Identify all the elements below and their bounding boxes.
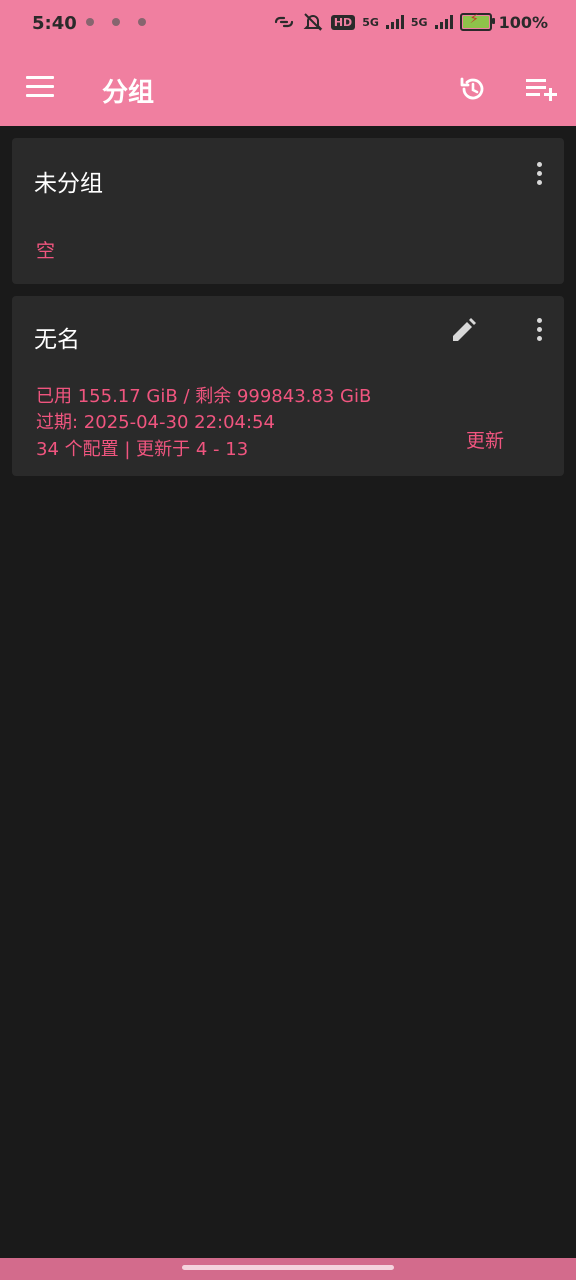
playlist-add-icon[interactable] bbox=[524, 74, 560, 104]
status-bar: 5:40 HD 5G 5G ⚡ 100% bbox=[0, 0, 576, 50]
battery-percent: 100% bbox=[498, 12, 548, 32]
hd-badge: HD bbox=[330, 14, 356, 30]
navigation-bar bbox=[0, 1258, 576, 1280]
signal-bars-icon bbox=[434, 15, 453, 29]
toolbar: 分组 bbox=[0, 60, 576, 118]
battery-icon: ⚡ bbox=[459, 12, 495, 31]
app-bar: 5:40 HD 5G 5G ⚡ 100% 分组 bbox=[0, 0, 576, 126]
signal-icon: 5G bbox=[410, 15, 428, 29]
notification-icon bbox=[112, 18, 120, 26]
update-button[interactable]: 更新 bbox=[466, 426, 504, 453]
gesture-handle[interactable] bbox=[182, 1265, 394, 1270]
more-vert-icon[interactable] bbox=[534, 318, 544, 344]
group-card[interactable]: 无名 已用 155.17 GiB / 剩余 999843.83 GiB 过期: … bbox=[12, 296, 564, 476]
more-vert-icon[interactable] bbox=[534, 162, 544, 188]
expire-info: 过期: 2025-04-30 22:04:54 bbox=[36, 412, 275, 433]
mute-icon bbox=[303, 13, 323, 31]
group-name: 未分组 bbox=[34, 171, 103, 197]
notification-icons bbox=[86, 18, 146, 26]
group-name: 无名 bbox=[34, 327, 80, 353]
profile-summary: 34 个配置 | 更新于 4 - 13 bbox=[36, 439, 249, 460]
signal-icon: 5G bbox=[362, 15, 379, 29]
status-icons: HD 5G 5G ⚡ 100% bbox=[273, 12, 548, 32]
group-status: 空 bbox=[36, 240, 56, 262]
signal-bars-icon bbox=[385, 15, 404, 29]
page-title: 分组 bbox=[102, 78, 155, 108]
group-card[interactable]: 未分组 空 bbox=[12, 138, 564, 284]
history-icon[interactable] bbox=[458, 74, 488, 104]
notification-icon bbox=[138, 18, 146, 26]
link-icon bbox=[274, 16, 293, 28]
status-time: 5:40 bbox=[32, 13, 77, 34]
usage-info: 已用 155.17 GiB / 剩余 999843.83 GiB bbox=[36, 386, 372, 407]
notification-icon bbox=[86, 18, 94, 26]
edit-icon[interactable] bbox=[448, 316, 478, 346]
menu-icon[interactable] bbox=[26, 76, 54, 100]
